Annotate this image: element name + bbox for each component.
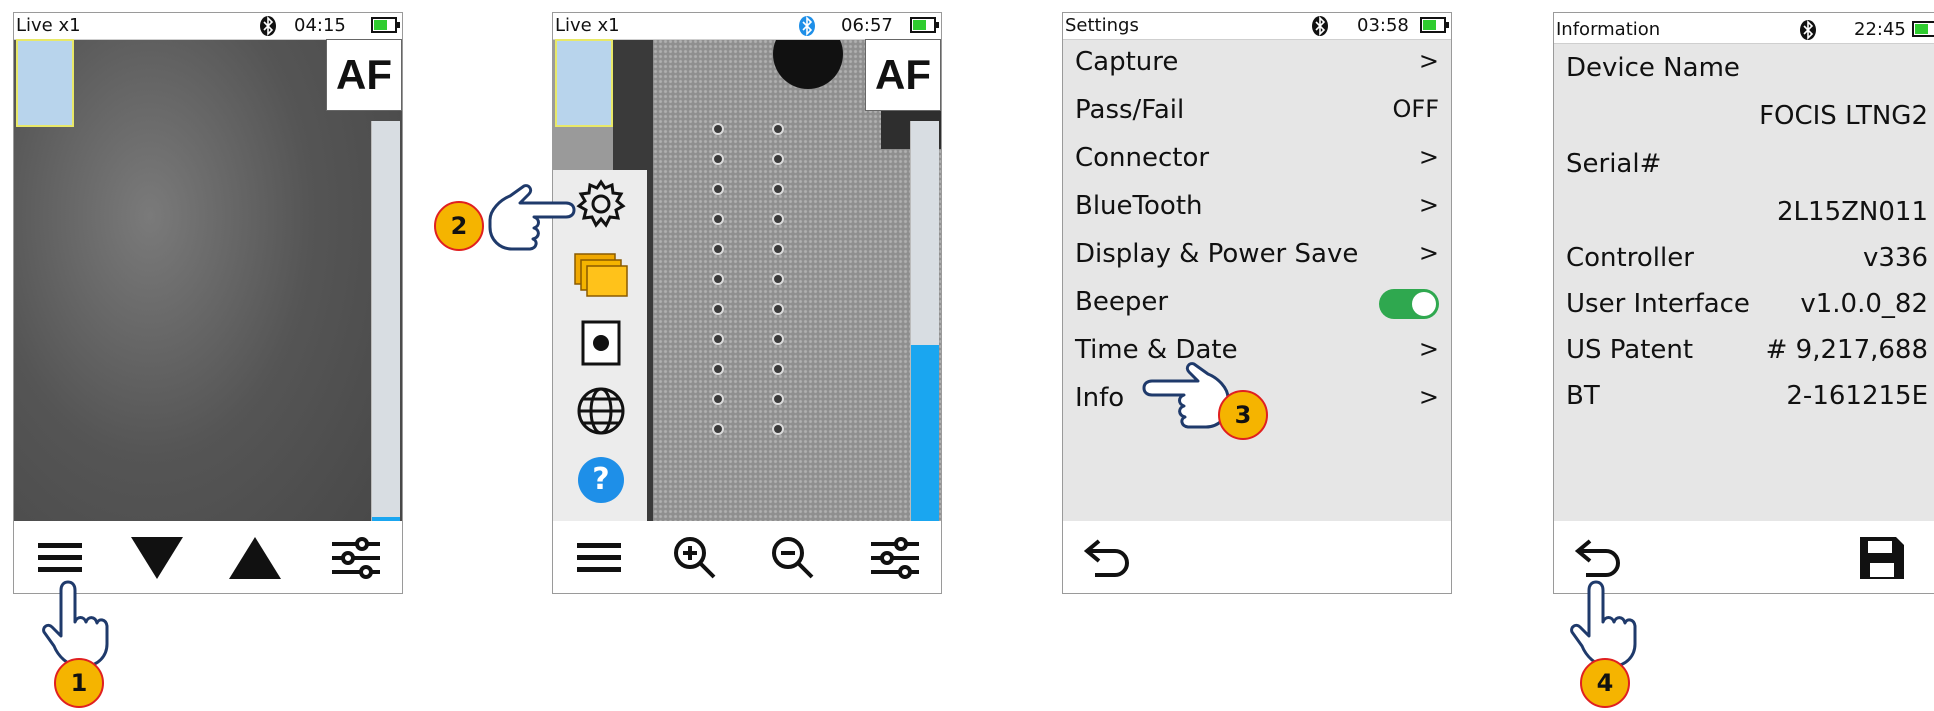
menu-icon[interactable] (571, 533, 627, 583)
battery-icon (1912, 21, 1934, 37)
autofocus-button[interactable]: AF (326, 39, 402, 111)
zoom-in-icon[interactable] (668, 533, 724, 583)
status-title: Live x1 (555, 15, 620, 36)
preview-thumbnail[interactable] (555, 39, 613, 127)
settings-item-label: Beeper (1075, 287, 1169, 317)
preview-thumbnail[interactable] (16, 39, 74, 127)
info-label: User Interface (1566, 289, 1750, 319)
serial-value: 2L15ZN011 (1777, 197, 1928, 227)
settings-item-display-power-save[interactable]: Display & Power Save > (1075, 235, 1439, 275)
status-bar: Live x1 04:15 (14, 13, 402, 40)
bottom-toolbar (553, 521, 941, 593)
fiber-dots (712, 123, 784, 435)
info-label: Controller (1566, 243, 1694, 273)
bluetooth-icon (260, 16, 276, 36)
globe-icon[interactable] (575, 385, 627, 437)
info-value: v1.0.0_82 (1800, 289, 1928, 319)
back-icon[interactable] (1572, 533, 1628, 583)
screen-settings: Settings 03:58 Capture > Pass/Fail OFF C… (1062, 12, 1452, 594)
info-label: BT (1566, 381, 1600, 411)
bluetooth-icon (1800, 20, 1816, 40)
step-callout-2: 2 (434, 201, 484, 251)
settings-item-time-date[interactable]: Time & Date > (1075, 331, 1439, 371)
fiber-image (613, 19, 941, 521)
back-icon[interactable] (1081, 533, 1137, 583)
status-time: 06:57 (841, 15, 893, 36)
screen-information: Information 22:45 Device Name FOCIS LTNG… (1553, 12, 1934, 594)
info-label: US Patent (1566, 335, 1694, 365)
sliders-icon[interactable] (328, 533, 384, 583)
status-bar: Settings 03:58 (1063, 13, 1451, 40)
settings-item-beeper: Beeper (1075, 283, 1439, 323)
device-name-value: FOCIS LTNG2 (1759, 101, 1928, 131)
sliders-icon[interactable] (867, 533, 923, 583)
focus-level-bar (371, 121, 400, 525)
settings-item-value: > (1418, 47, 1439, 75)
settings-item-value: > (1418, 239, 1439, 267)
status-bar: Information 22:45 (1554, 13, 1934, 44)
triangle-up-icon[interactable] (227, 533, 283, 583)
settings-item-capture[interactable]: Capture > (1075, 43, 1439, 83)
step-callout-1: 1 (54, 658, 104, 708)
status-title: Live x1 (16, 15, 81, 36)
step-callout-3: 3 (1218, 390, 1268, 440)
settings-item-value: > (1418, 383, 1439, 411)
folders-icon[interactable] (573, 250, 629, 298)
info-row-us-patent: US Patent # 9,217,688 (1566, 335, 1928, 365)
status-title: Information (1556, 19, 1661, 40)
settings-item-value: > (1418, 143, 1439, 171)
info-value: # 9,217,688 (1765, 335, 1928, 365)
battery-icon (1420, 17, 1449, 33)
screen-live-view-1: Live x1 04:15 AF (13, 12, 403, 594)
settings-item-pass-fail[interactable]: Pass/Fail OFF (1075, 91, 1439, 131)
settings-item-label: Display & Power Save (1075, 239, 1359, 269)
settings-item-label: Capture (1075, 47, 1179, 77)
settings-item-value: > (1418, 335, 1439, 363)
pointing-hand-icon (1570, 580, 1637, 668)
battery-icon (371, 17, 400, 33)
step-callout-4: 4 (1580, 658, 1630, 708)
bluetooth-icon (799, 16, 815, 36)
pointing-hand-icon (42, 580, 109, 668)
bottom-toolbar (1063, 521, 1451, 593)
info-row-user-interface: User Interface v1.0.0_82 (1566, 289, 1928, 319)
pointing-hand-icon (488, 184, 576, 251)
info-row-controller: Controller v336 (1566, 243, 1928, 273)
settings-item-label: Pass/Fail (1075, 95, 1185, 125)
triangle-down-icon[interactable] (129, 533, 185, 583)
settings-item-value: OFF (1392, 95, 1440, 123)
serial-label: Serial# (1566, 149, 1662, 179)
device-name-label: Device Name (1566, 53, 1740, 83)
settings-item-label: BlueTooth (1075, 191, 1203, 221)
save-icon[interactable] (1854, 533, 1910, 583)
autofocus-button[interactable]: AF (865, 39, 941, 111)
battery-icon (910, 17, 939, 33)
settings-item-label: Connector (1075, 143, 1210, 173)
menu-icon[interactable] (32, 533, 88, 583)
screen-live-view-2: Live x1 06:57 AF ? (552, 12, 942, 594)
bluetooth-icon (1312, 16, 1328, 36)
zoom-out-icon[interactable] (766, 533, 822, 583)
help-icon[interactable]: ? (578, 457, 624, 503)
settings-item-connector[interactable]: Connector > (1075, 139, 1439, 179)
status-bar: Live x1 06:57 (553, 13, 941, 40)
focus-level-fill (911, 345, 939, 525)
beeper-toggle[interactable] (1379, 289, 1439, 319)
info-value: v336 (1862, 243, 1928, 273)
settings-item-label: Info (1075, 383, 1125, 413)
record-icon[interactable] (581, 320, 621, 366)
status-time: 04:15 (294, 15, 346, 36)
gear-icon[interactable] (575, 178, 627, 230)
settings-item-bluetooth[interactable]: BlueTooth > (1075, 187, 1439, 227)
status-title: Settings (1065, 15, 1139, 36)
toggle-knob (1412, 292, 1436, 316)
info-value: 2-161215E (1786, 381, 1928, 411)
status-time: 03:58 (1357, 15, 1409, 36)
focus-level-bar (910, 121, 939, 525)
status-time: 22:45 (1854, 19, 1906, 40)
settings-item-value: > (1418, 191, 1439, 219)
info-row-bt: BT 2-161215E (1566, 381, 1928, 411)
